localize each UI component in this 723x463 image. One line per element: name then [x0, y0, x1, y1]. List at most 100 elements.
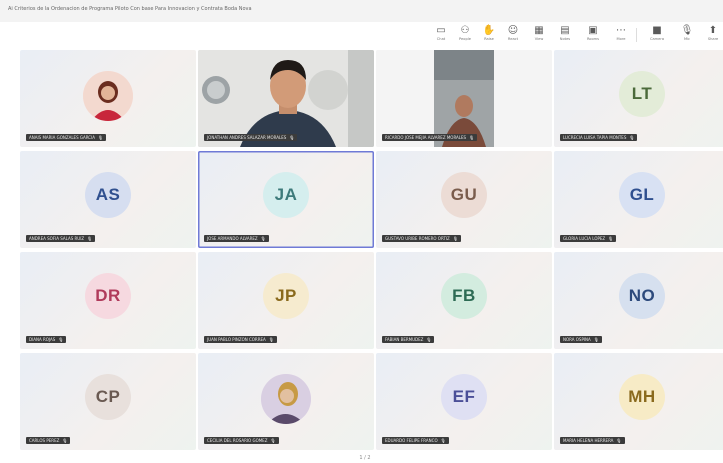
toolbar-divider [636, 28, 637, 42]
mic-icon: 🎙 [680, 25, 694, 36]
mic-muted-icon: 🎙 [469, 135, 475, 140]
participant-name: JONATHAN ANDRES SALAZAR MORALES 🎙 [204, 134, 298, 141]
participant-name: JUAN PABLO PINZON CORREA 🎙 [204, 336, 277, 343]
chat-icon: ▭ [436, 25, 446, 36]
participant-name-text: ANAIS MARIA GONZALES GARCIA [29, 135, 96, 140]
person-photo-icon [261, 374, 311, 424]
view-icon: ▦ [534, 25, 544, 36]
participant-tile[interactable]: GL GLORIA LUCIA LOPEZ 🎙 [554, 151, 723, 248]
avatar-initials: JA [263, 172, 309, 218]
avatar-initials: CP [85, 374, 131, 420]
rooms-button[interactable]: ▣ Rooms [584, 24, 602, 46]
avatar-initials: GL [619, 172, 665, 218]
mic-button-label: Mic [683, 37, 691, 41]
notes-button[interactable]: ▤ Notes [556, 24, 574, 46]
share-button-label: Share [707, 37, 719, 41]
view-button-label: View [534, 37, 544, 41]
participant-tile[interactable]: ANAIS MARIA GONZALES GARCIA 🎙 [20, 50, 196, 147]
avatar-initials: DR [85, 273, 131, 319]
participant-name-text: JONATHAN ANDRES SALAZAR MORALES [207, 135, 287, 140]
participant-tile[interactable]: MH MARIA HELENA HERRERA 🎙 [554, 353, 723, 450]
chat-button[interactable]: ▭ Chat [432, 24, 450, 46]
participant-name-text: ANDREA SOFIA SALAS RUIZ [29, 236, 85, 241]
participant-name-text: RICARDO JOSE MEJIA ALVAREZ MORALES [385, 135, 467, 140]
view-button[interactable]: ▦ View [530, 24, 548, 46]
avatar-initials: GU [441, 172, 487, 218]
participant-name-text: FABIAN BERMUDEZ [385, 337, 424, 342]
mic-muted-icon: 🎙 [426, 337, 432, 342]
mic-muted-icon: 🎙 [452, 236, 458, 241]
participant-name: GUSTAVO URIBE ROMERO ORTIZ 🎙 [382, 235, 461, 242]
people-button[interactable]: ⚇ People [456, 24, 474, 46]
mic-muted-icon: 🎙 [87, 236, 93, 241]
participant-tile[interactable]: JP JUAN PABLO PINZON CORREA 🎙 [198, 252, 374, 349]
participant-name-text: LUCRECIA LUISA TAPIA MONTES [563, 135, 627, 140]
page-indicator[interactable]: 1 / 2 [330, 455, 400, 463]
meeting-toolbar: ▭ Chat ⚇ People ✋ Raise ☺ React ▦ View ▤ Notes ▣ Room… [0, 22, 723, 48]
mic-muted-icon: 🎙 [58, 337, 64, 342]
participant-tile[interactable]: LT LUCRECIA LUISA TAPIA MONTES 🎙 [554, 50, 723, 147]
participant-tile[interactable]: RICARDO JOSE MEJIA ALVAREZ MORALES 🎙 [376, 50, 552, 147]
mic-muted-icon: 🎙 [629, 135, 635, 140]
camera-feed-icon [376, 50, 552, 147]
mic-muted-icon: 🎙 [98, 135, 104, 140]
mic-muted-icon: 🎙 [608, 236, 614, 241]
participant-tile[interactable]: CP CARLOS PEREZ 🎙 [20, 353, 196, 450]
participant-name-text: CARLOS PEREZ [29, 438, 60, 443]
react-button-label: React [507, 37, 519, 41]
participant-name: CECILIA DEL ROSARIO GOMEZ 🎙 [204, 437, 279, 444]
rooms-icon: ▣ [588, 25, 598, 36]
participant-name: EDUARDO FELIPE FRANCO 🎙 [382, 437, 449, 444]
avatar-initials: FB [441, 273, 487, 319]
window-title: Ai Criterios de la Ordenacion de Program… [8, 6, 252, 12]
avatar-initials: AS [85, 172, 131, 218]
avatar-initials: EF [441, 374, 487, 420]
participant-tile[interactable]: FB FABIAN BERMUDEZ 🎙 [376, 252, 552, 349]
participant-name-text: DIANA ROJAS [29, 337, 56, 342]
raise-button-label: Raise [484, 37, 494, 41]
participant-name: LUCRECIA LUISA TAPIA MONTES 🎙 [560, 134, 638, 141]
rooms-button-label: Rooms [586, 37, 600, 41]
participant-tile[interactable]: JONATHAN ANDRES SALAZAR MORALES 🎙 [198, 50, 374, 147]
avatar-photo [83, 71, 133, 121]
react-button[interactable]: ☺ React [504, 24, 522, 46]
participant-tile[interactable]: EF EDUARDO FELIPE FRANCO 🎙 [376, 353, 552, 450]
participant-name: ANAIS MARIA GONZALES GARCIA 🎙 [26, 134, 107, 141]
avatar-initials: MH [619, 374, 665, 420]
raise-button[interactable]: ✋ Raise [480, 24, 498, 46]
mic-muted-icon: 🎙 [62, 438, 68, 443]
notes-button-label: Notes [559, 37, 571, 41]
participant-name: RICARDO JOSE MEJIA ALVAREZ MORALES 🎙 [382, 134, 478, 141]
participant-name-text: JOSE ARMANDO ALVAREZ [207, 236, 258, 241]
participant-tile[interactable]: JA JOSE ARMANDO ALVAREZ 🎙 [198, 151, 374, 248]
raise-hand-icon: ✋ [482, 25, 496, 36]
participant-name: GLORIA LUCIA LOPEZ 🎙 [560, 235, 617, 242]
people-button-label: People [459, 37, 471, 41]
mic-muted-icon: 🎙 [268, 337, 274, 342]
share-icon: ⬆ [708, 25, 718, 36]
avatar-initials: NO [619, 273, 665, 319]
avatar-initials: LT [619, 71, 665, 117]
participant-name-text: GLORIA LUCIA LOPEZ [563, 236, 606, 241]
mic-muted-icon: 🎙 [440, 438, 446, 443]
people-icon: ⚇ [460, 25, 470, 36]
participant-tile[interactable]: CECILIA DEL ROSARIO GOMEZ 🎙 [198, 353, 374, 450]
participant-name: JOSE ARMANDO ALVAREZ 🎙 [204, 235, 269, 242]
window-titlebar: Ai Criterios de la Ordenacion de Program… [0, 0, 723, 23]
participant-tile[interactable]: NO NORA OSPINA 🎙 [554, 252, 723, 349]
participant-tile[interactable]: GU GUSTAVO URIBE ROMERO ORTIZ 🎙 [376, 151, 552, 248]
camera-button[interactable]: ■ Camera [648, 24, 666, 46]
participant-name-text: CECILIA DEL ROSARIO GOMEZ [207, 438, 268, 443]
mic-muted-icon: 🎙 [593, 337, 599, 342]
more-button[interactable]: ⋯ More [612, 24, 630, 46]
mic-button[interactable]: 🎙 Mic [678, 24, 696, 46]
participant-name: CARLOS PEREZ 🎙 [26, 437, 71, 444]
participant-name-text: GUSTAVO URIBE ROMERO ORTIZ [385, 236, 450, 241]
participant-name: NORA OSPINA 🎙 [560, 336, 602, 343]
more-button-label: More [616, 37, 626, 41]
participant-tile[interactable]: DR DIANA ROJAS 🎙 [20, 252, 196, 349]
chat-button-label: Chat [436, 37, 446, 41]
share-button[interactable]: ⬆ Share [704, 24, 722, 46]
participant-tile[interactable]: AS ANDREA SOFIA SALAS RUIZ 🎙 [20, 151, 196, 248]
mic-muted-icon: 🎙 [260, 236, 266, 241]
